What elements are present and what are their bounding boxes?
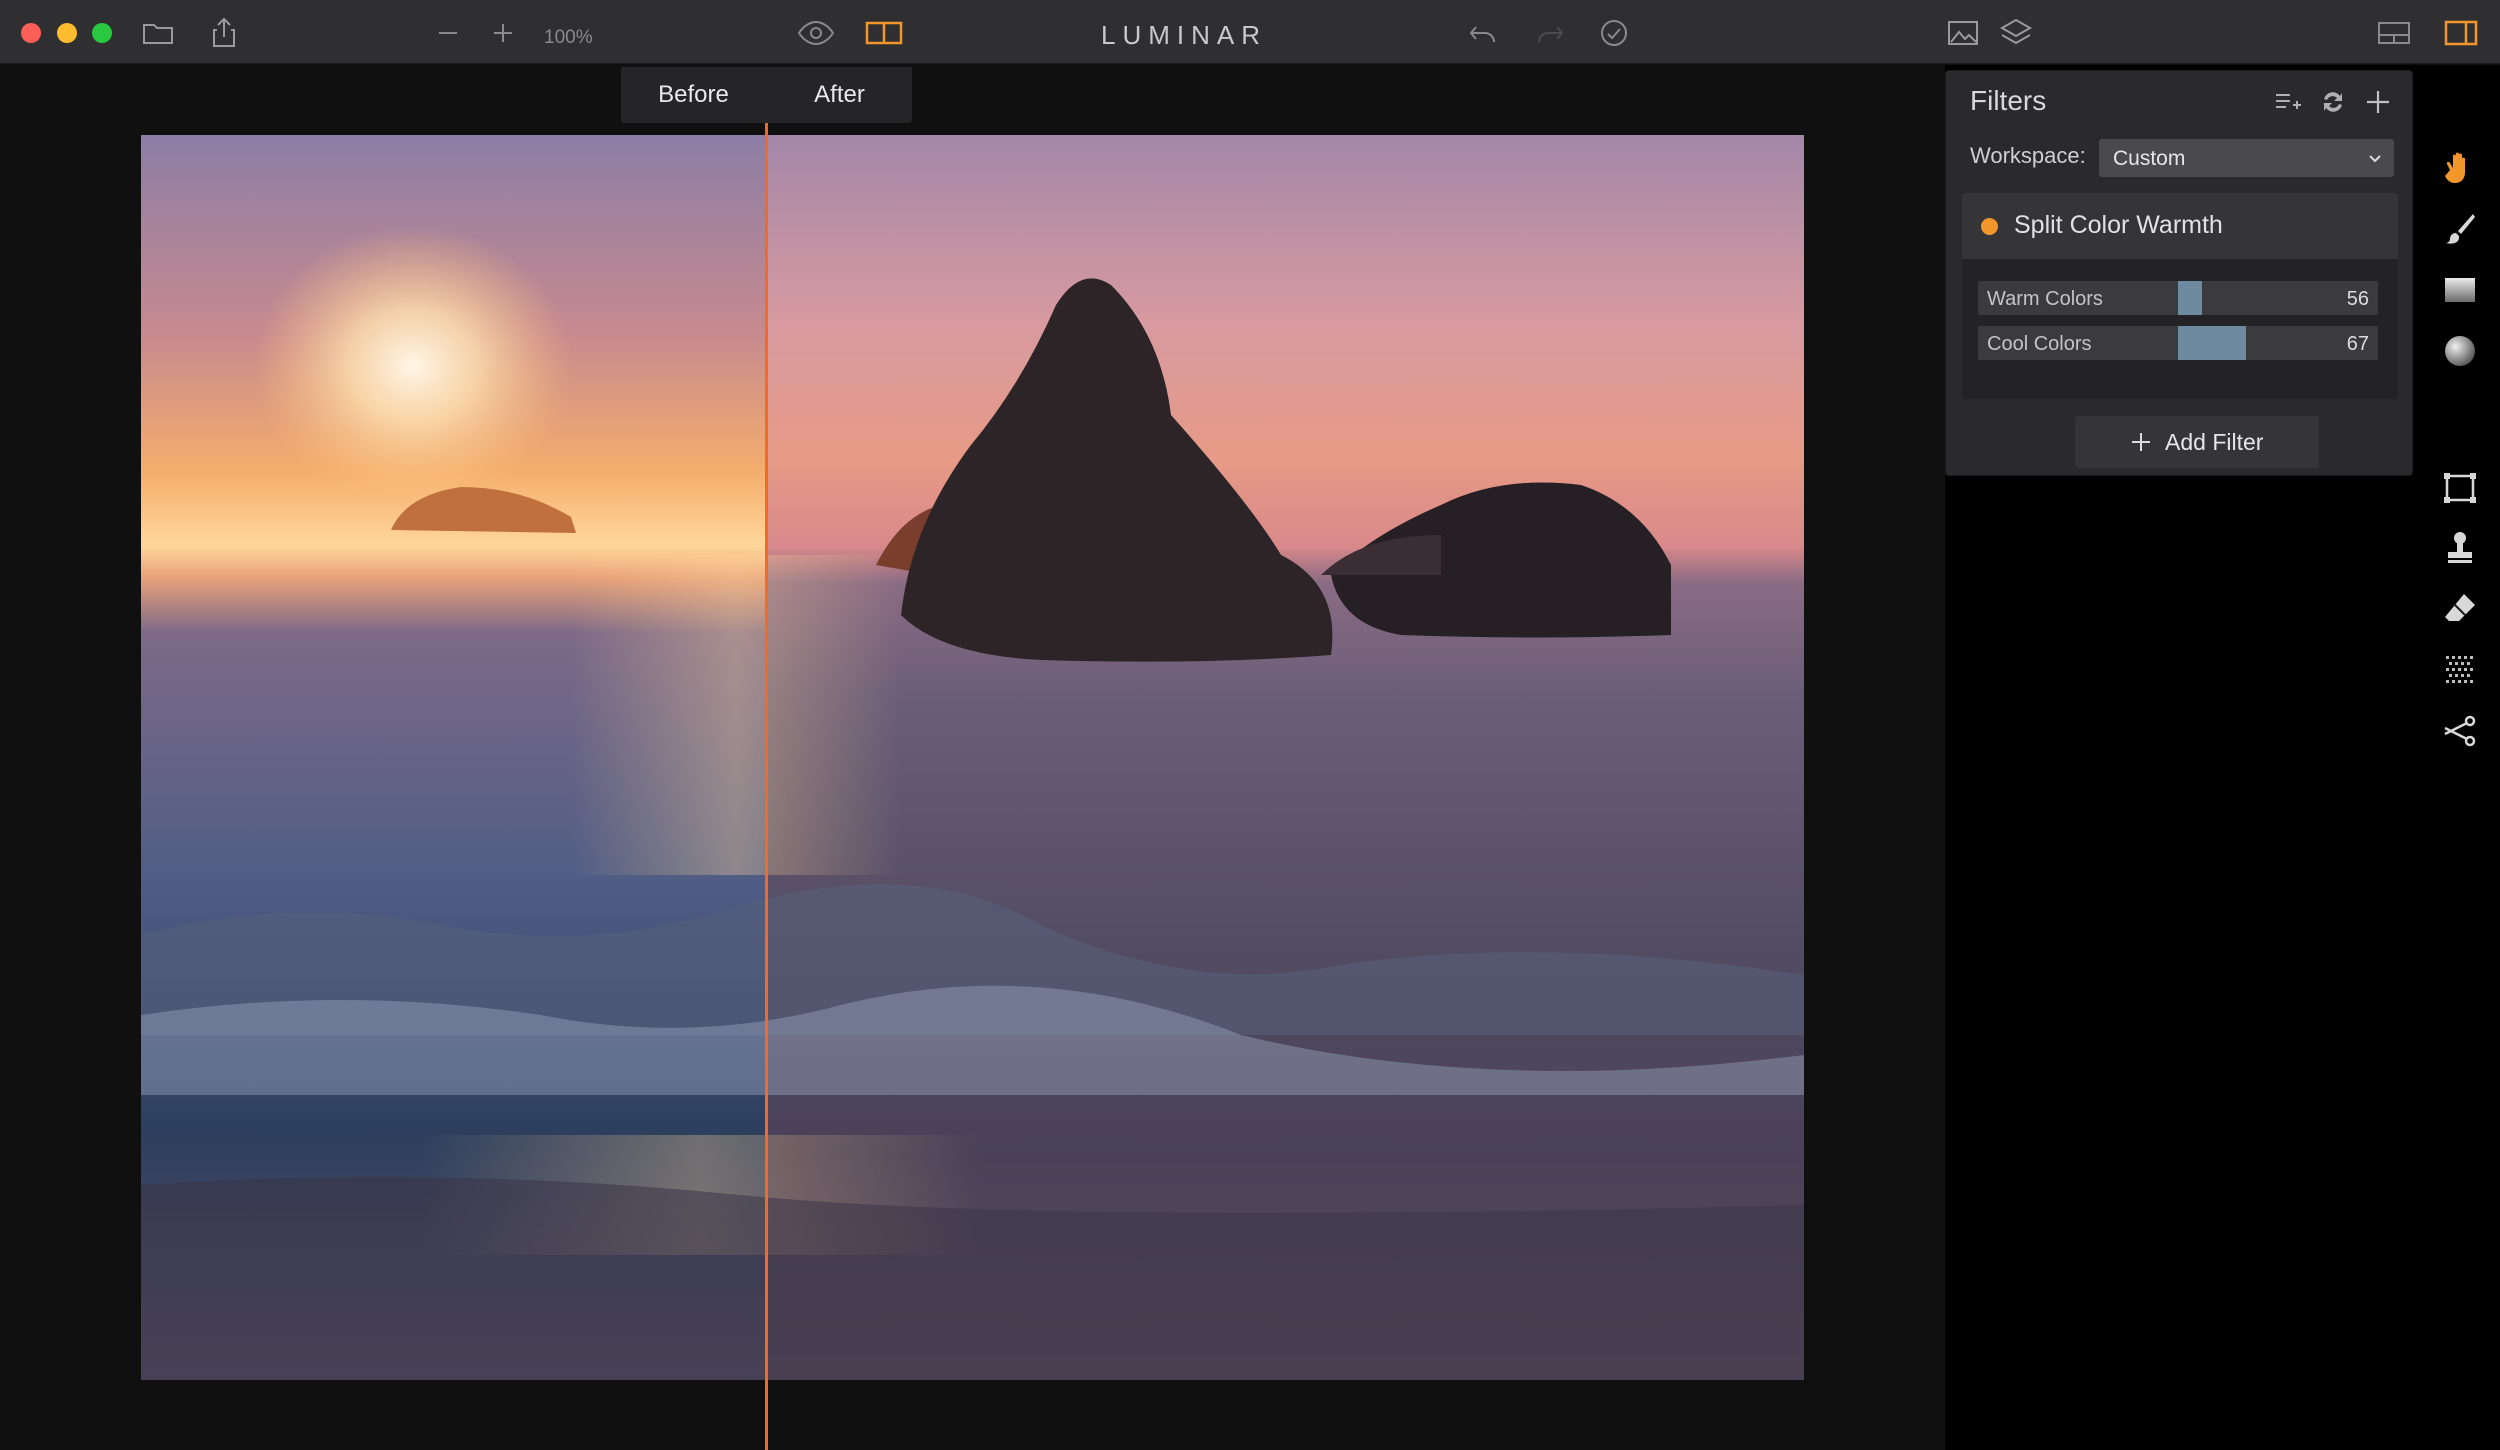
- photo-preview[interactable]: [141, 135, 1804, 1380]
- split-view-icon[interactable]: [864, 16, 904, 50]
- layout-icon[interactable]: [2377, 16, 2411, 50]
- layers-icon[interactable]: [1999, 16, 2033, 50]
- image-icon[interactable]: [1946, 16, 1980, 50]
- add-filter-label: Add Filter: [2165, 429, 2264, 455]
- undo-icon[interactable]: [1466, 16, 1500, 50]
- workspace-select[interactable]: Custom: [2099, 139, 2394, 177]
- workspace-value: Custom: [2113, 147, 2186, 170]
- slider-value[interactable]: 56: [2347, 288, 2369, 311]
- folder-icon[interactable]: [141, 16, 175, 50]
- tab-before[interactable]: Before: [621, 67, 766, 123]
- slider-warm-colors[interactable]: Warm Colors 56: [1978, 281, 2378, 315]
- refresh-icon[interactable]: [2318, 87, 2348, 117]
- slider-label: Warm Colors: [1987, 288, 2103, 310]
- history-icon[interactable]: [1597, 16, 1631, 50]
- filter-status-dot[interactable]: [1981, 218, 1998, 235]
- zoom-window-button[interactable]: [92, 23, 112, 43]
- chevron-down-icon: [2369, 155, 2381, 163]
- title-bar: 100% LUMINAR: [0, 0, 2500, 64]
- hand-icon[interactable]: [2440, 148, 2480, 188]
- filter-header[interactable]: Split Color Warmth: [1962, 193, 2398, 259]
- eraser-icon[interactable]: [2440, 589, 2480, 629]
- filters-panel: Filters Workspace: Custom Split Color Wa…: [1945, 70, 2413, 476]
- zoom-in-icon[interactable]: [486, 16, 520, 50]
- crop-icon[interactable]: [2440, 468, 2480, 508]
- tab-after[interactable]: After: [767, 67, 912, 123]
- slider-fill: [2178, 281, 2202, 315]
- plus-icon: [2132, 433, 2150, 451]
- slider-label: Cool Colors: [1987, 333, 2092, 355]
- share-icon[interactable]: [207, 16, 241, 50]
- filter-name: Split Color Warmth: [2014, 211, 2223, 239]
- panel-toggle-icon[interactable]: [2444, 16, 2478, 50]
- before-after-divider[interactable]: [765, 67, 768, 1450]
- add-preset-icon[interactable]: [2273, 87, 2303, 117]
- radial-icon[interactable]: [2440, 331, 2480, 371]
- slider-cool-colors[interactable]: Cool Colors 67: [1978, 326, 2378, 360]
- noise-icon[interactable]: [2440, 650, 2480, 690]
- add-icon[interactable]: [2363, 87, 2393, 117]
- filter-card: Split Color Warmth Warm Colors 56 Cool C…: [1962, 193, 2398, 399]
- app-title: LUMINAR: [1101, 20, 1268, 50]
- workspace-label: Workspace:: [1970, 143, 2086, 168]
- redo-icon[interactable]: [1533, 16, 1567, 50]
- zoom-level[interactable]: 100%: [544, 27, 593, 49]
- close-window-button[interactable]: [21, 23, 41, 43]
- minimize-window-button[interactable]: [57, 23, 77, 43]
- zoom-out-icon[interactable]: [431, 16, 465, 50]
- eye-icon[interactable]: [796, 16, 836, 50]
- brush-icon[interactable]: [2440, 209, 2480, 249]
- panel-title: Filters: [1970, 85, 2047, 116]
- before-after-tabs: Before After: [621, 67, 912, 123]
- slider-fill: [2178, 326, 2246, 360]
- slider-value[interactable]: 67: [2347, 333, 2369, 356]
- add-filter-button[interactable]: Add Filter: [2075, 416, 2319, 468]
- gradient-icon[interactable]: [2440, 270, 2480, 310]
- cut-icon[interactable]: [2440, 711, 2480, 751]
- stamp-icon[interactable]: [2440, 528, 2480, 568]
